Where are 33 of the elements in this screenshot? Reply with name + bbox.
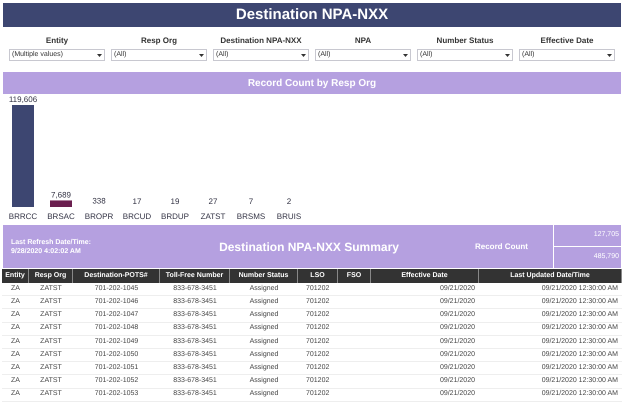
- bar-category-label: ZATST: [200, 212, 226, 221]
- filter-label: Entity: [46, 36, 68, 46]
- bar-category-label: BRRCC: [8, 212, 38, 221]
- caret-icon: [97, 54, 102, 56]
- bar-category-label: BROPR: [84, 212, 114, 221]
- bar-value-label: 338: [92, 196, 106, 206]
- filter-label: NPA: [354, 36, 372, 46]
- bar-category-label: BRUIS: [276, 212, 302, 221]
- caret-icon: [199, 54, 204, 56]
- filter-label: Destination NPA-NXX: [220, 36, 302, 46]
- caret-icon: [301, 54, 306, 56]
- chart-title: Record Count by Resp Org: [3, 72, 621, 94]
- bar-category-label: BRCUD: [122, 212, 152, 221]
- bar-category-label: BRSAC: [47, 212, 75, 221]
- chart-bar: [50, 200, 72, 207]
- summary-title: Destination NPA-NXX Summary: [218, 238, 400, 256]
- page-title: Destination NPA-NXX: [3, 3, 621, 27]
- bar-value-label: 2: [286, 197, 292, 206]
- caret-icon: [403, 54, 408, 56]
- filter-label: Effective Date: [540, 36, 594, 46]
- filter-label: Resp Org: [140, 36, 177, 46]
- filter-label: Number Status: [436, 36, 494, 46]
- bar-value-label: 7,689: [50, 190, 72, 200]
- bar-value-label: 27: [208, 196, 218, 206]
- bar-value-label: 19: [170, 196, 180, 206]
- caret-icon: [505, 54, 510, 56]
- bar-category-label: BRSMS: [236, 212, 266, 221]
- caret-icon: [607, 54, 612, 56]
- bar-value-label: 119,606: [8, 95, 38, 104]
- record-count-label: Record Count: [475, 240, 529, 252]
- bar-value-label: 7: [248, 197, 254, 206]
- bar-category-label: BRDUP: [161, 212, 189, 221]
- bar-value-label: 17: [132, 196, 142, 206]
